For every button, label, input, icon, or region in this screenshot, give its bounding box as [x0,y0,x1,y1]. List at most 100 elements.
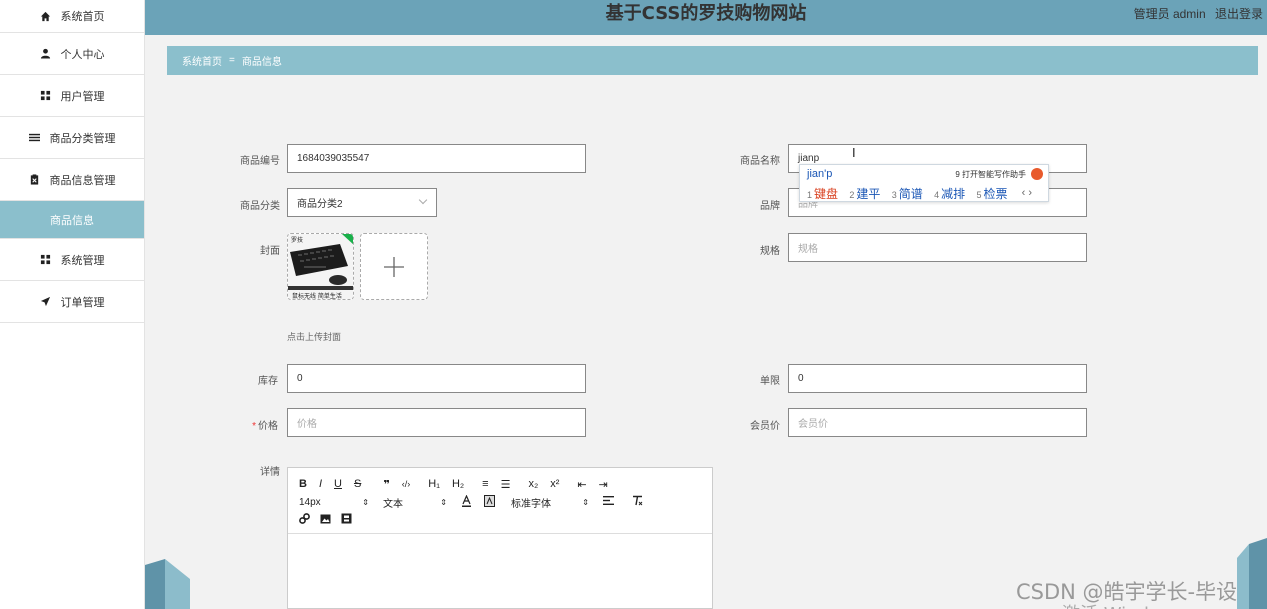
home-icon [40,10,52,22]
superscript-button[interactable]: x² [550,478,559,490]
clear-format-icon[interactable] [632,495,643,509]
sidebar-item-label: 系统管理 [60,254,105,267]
sidebar-item-category[interactable]: 商品分类管理 [0,117,144,159]
h2-button[interactable]: H₂ [452,478,464,490]
video-icon[interactable] [341,513,352,527]
quote-button[interactable]: ❞ [383,478,389,491]
bold-button[interactable]: B [299,478,307,490]
sidebar-item-label: 个人中心 [60,48,105,61]
brand-label: 品牌 [760,201,780,212]
sidebar-item-profile[interactable]: 个人中心 [0,33,144,75]
text-cursor-icon: I [852,145,856,160]
italic-button[interactable]: I [319,478,322,490]
stock-input[interactable]: 0 [287,364,586,393]
user-area: 管理员 admin 退出登录 [1128,5,1263,22]
link-icon[interactable] [299,513,310,527]
sidebar-item-label: 商品信息管理 [49,174,116,187]
cover-caption-text: 鼠标无线 简单生活 [292,292,342,300]
product-no-input[interactable]: 1684039035547 [287,144,586,173]
indent-button[interactable]: ⇥ [599,478,608,491]
stock-value: 0 [297,373,303,384]
windows-activation-watermark: 激活 Windows [1062,600,1184,609]
top-header: 基于CSS的罗技购物网站 管理员 admin 退出登录 [145,0,1267,35]
grid-icon [40,254,52,266]
outdent-button[interactable]: ⇤ [577,478,586,491]
ime-candidate[interactable]: 4 减排 [934,187,965,201]
category-select[interactable]: 商品分类2 [287,188,437,217]
price-label: * 价格 [198,417,278,432]
breadcrumb-home[interactable]: 系统首页 [182,53,222,68]
user-icon [40,48,52,60]
code-button[interactable]: ‹/› [402,479,411,489]
sidebar-item-label: 订单管理 [60,296,105,309]
ime-logo-icon [1031,168,1043,180]
image-icon[interactable] [320,514,331,527]
sidebar-item-label: 系统首页 [60,11,105,23]
grid-icon [40,90,52,102]
product-no-label: 商品编号 [240,156,280,167]
clipboard-icon [29,174,41,186]
cover-brand-text: 罗技 [291,236,303,244]
editor-toolbar: B I U S ❞ ‹/› H₁ H₂ ≡ ☰ x₂ x² ⇤ ⇥ 14px ⇕… [288,468,712,534]
send-icon [40,296,52,308]
stock-label: 库存 [258,376,278,387]
list-icon [29,132,41,144]
toolbar-row-insert [299,511,712,529]
sidebar-item-label: 商品信息 [50,214,94,227]
ime-candidate[interactable]: 1 键盘 [807,187,838,201]
background-color-icon[interactable] [484,494,495,510]
ime-assist-link[interactable]: 9 打开智能写作助手 [955,169,1026,180]
sidebar-item-orders[interactable]: 订单管理 [0,281,144,323]
cover-image[interactable]: 罗技 鼠标无线 简单生活 [287,233,354,300]
subscript-button[interactable]: x₂ [528,478,538,490]
sidebar-item-label: 商品分类管理 [49,132,116,145]
sidebar-subitem-product-info[interactable]: 商品信息 [0,201,144,239]
sidebar-item-product[interactable]: 商品信息管理 [0,159,144,201]
ime-candidate[interactable]: 2 建平 [849,187,880,201]
ime-page-nav[interactable]: ‹ › [1022,187,1032,199]
chevron-down-icon [418,195,428,205]
category-value: 商品分类2 [297,199,343,210]
text-style-select[interactable]: 文本 ⇕ [383,495,447,510]
product-no-value: 1684039035547 [297,153,370,164]
spec-label: 规格 [760,246,780,257]
bullet-list-button[interactable]: ☰ [501,478,511,491]
product-name-value: jianp [798,153,820,164]
detail-label: 详情 [260,467,280,478]
h1-button[interactable]: H₁ [428,478,440,490]
logout-link[interactable]: 退出登录 [1215,7,1263,21]
strike-button[interactable]: S [354,478,361,490]
upload-hint: 点击上传封面 [287,332,342,342]
sidebar: 系统首页 个人中心 用户管理 商品分类管理 商品信息管理 商品信息 系统管理 订… [0,0,145,609]
font-family-select[interactable]: 标准字体 ⇕ [511,495,589,510]
sidebar-item-label: 用户管理 [60,90,105,103]
spec-input[interactable]: 规格 [788,233,1087,262]
select-arrow-icon: ⇕ [582,497,589,507]
ordered-list-button[interactable]: ≡ [482,478,488,490]
background-decoration [1237,538,1267,609]
category-label: 商品分类 [240,201,280,212]
upload-cover-button[interactable] [360,233,428,300]
ime-candidate[interactable]: 5 检票 [977,187,1008,201]
site-title: 基于CSS的罗技购物网站 [605,3,807,24]
underline-button[interactable]: U [334,478,342,490]
ime-candidate[interactable]: 3 简谱 [892,187,923,201]
member-price-input[interactable]: 会员价 [788,408,1087,437]
sidebar-item-users[interactable]: 用户管理 [0,75,144,117]
ime-pinyin: jian'p [807,168,833,180]
font-size-select[interactable]: 14px ⇕ [299,497,369,508]
breadcrumb-current: 商品信息 [241,57,282,68]
align-icon[interactable] [603,495,614,509]
limit-input[interactable]: 0 [788,364,1087,393]
sidebar-item-home[interactable]: 系统首页 [0,0,144,33]
admin-label: 管理员 admin [1133,7,1206,21]
keyboard-product-image: 罗技 鼠标无线 简单生活 [288,234,353,300]
rich-text-editor[interactable]: B I U S ❞ ‹/› H₁ H₂ ≡ ☰ x₂ x² ⇤ ⇥ 14px ⇕… [287,467,713,609]
price-input[interactable]: 价格 [287,408,586,437]
member-price-label: 会员价 [750,421,780,432]
font-color-icon[interactable] [461,494,472,510]
background-decoration [145,559,190,609]
price-label-text: 价格 [258,421,278,432]
limit-label: 单限 [760,376,780,387]
sidebar-item-system[interactable]: 系统管理 [0,239,144,281]
